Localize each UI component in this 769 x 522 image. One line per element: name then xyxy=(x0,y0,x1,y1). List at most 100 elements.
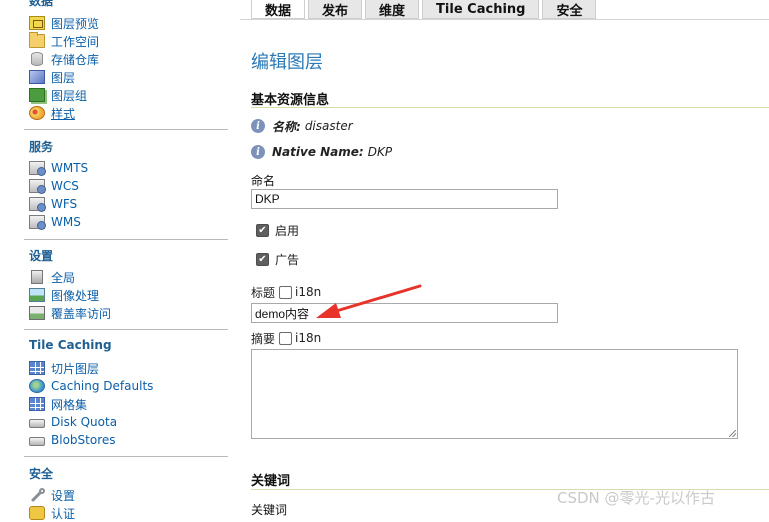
abstract-label-row: 摘要 i18n xyxy=(251,330,321,346)
sidebar-item-layer-groups[interactable]: 图层组 xyxy=(29,86,87,104)
sidebar-item-label: 图层 xyxy=(51,70,76,85)
sidebar-section-title-settings: 设置 xyxy=(29,249,54,263)
sidebar-item-label: 样式 xyxy=(51,106,76,121)
tab-security[interactable]: 安全 xyxy=(542,0,597,19)
globe-icon xyxy=(29,379,45,393)
native-name-info-key: Native Name: xyxy=(272,145,364,159)
tab-publishing[interactable]: 发布 xyxy=(308,0,363,19)
advertised-checkbox-row: ✔ 广告 xyxy=(256,251,299,267)
abstract-textarea[interactable] xyxy=(251,349,738,439)
sidebar-item-blobstores[interactable]: BlobStores xyxy=(29,431,116,449)
sidebar-divider xyxy=(24,129,228,130)
sidebar-item-coverage-access[interactable]: 覆盖率访问 xyxy=(29,304,111,322)
layer-icon xyxy=(29,70,45,84)
name-field[interactable] xyxy=(251,189,558,209)
enabled-label: 启用 xyxy=(275,223,300,238)
sidebar-item-tile-layers[interactable]: 切片图层 xyxy=(29,359,99,377)
sidebar-item-label: WFS xyxy=(51,197,78,211)
sidebar-divider xyxy=(24,329,228,330)
sidebar-item-label: 设置 xyxy=(51,488,76,503)
sidebar-item-label: 切片图层 xyxy=(51,361,100,376)
sidebar-item-wcs[interactable]: WCS xyxy=(29,177,79,195)
sidebar-item-global[interactable]: 全局 xyxy=(29,268,75,286)
tab-data[interactable]: 数据 xyxy=(251,0,306,19)
sidebar-item-wfs[interactable]: WFS xyxy=(29,195,77,213)
sidebar-item-label: 网格集 xyxy=(51,397,88,412)
service-icon xyxy=(29,179,46,194)
title-label-row: 标题 i18n xyxy=(251,284,321,300)
native-name-info-value: DKP xyxy=(367,145,393,159)
sidebar-item-disk-quota[interactable]: Disk Quota xyxy=(29,413,117,431)
sidebar-item-authentication[interactable]: 认证 xyxy=(29,504,75,522)
sidebar-item-label: Caching Defaults xyxy=(51,379,154,393)
sidebar-item-gridsets[interactable]: 网格集 xyxy=(29,395,87,413)
service-icon xyxy=(29,161,46,176)
abstract-i18n-label: i18n xyxy=(295,331,322,345)
image-icon xyxy=(29,288,45,302)
sidebar-section-title-tile-caching: Tile Caching xyxy=(29,338,112,352)
enabled-checkbox-row: ✔ 启用 xyxy=(256,222,299,238)
sidebar-item-security-settings[interactable]: 设置 xyxy=(29,486,75,504)
abstract-i18n-checkbox[interactable] xyxy=(279,331,293,345)
sidebar-item-label: 工作空间 xyxy=(51,34,100,49)
textarea-resize-handle[interactable] xyxy=(729,430,736,437)
service-icon xyxy=(29,197,46,212)
info-icon: i xyxy=(251,145,265,159)
name-field-label: 命名 xyxy=(251,174,276,188)
service-icon xyxy=(29,215,46,230)
name-info-key: 名称: xyxy=(272,119,301,134)
sidebar-section-title-security: 安全 xyxy=(29,467,54,481)
sidebar-item-workspaces[interactable]: 工作空间 xyxy=(29,32,99,50)
disk-icon xyxy=(29,437,45,446)
enabled-checkbox[interactable]: ✔ xyxy=(256,223,269,237)
style-icon xyxy=(29,106,45,120)
sidebar-item-label: 覆盖率访问 xyxy=(51,306,112,321)
sidebar-item-wms[interactable]: WMS xyxy=(29,213,81,231)
sidebar-item-label: WCS xyxy=(51,179,79,193)
sidebar-item-styles[interactable]: 样式 xyxy=(29,104,75,122)
sidebar-item-wmts[interactable]: WMTS xyxy=(29,159,88,177)
layer-group-icon xyxy=(29,88,45,102)
page-title: 编辑图层 xyxy=(251,52,323,73)
title-i18n-label: i18n xyxy=(295,285,322,299)
tab-tile-caching[interactable]: Tile Caching xyxy=(422,0,540,19)
basic-info-heading: 基本资源信息 xyxy=(251,93,330,108)
sidebar-divider xyxy=(24,239,228,240)
advertised-checkbox[interactable]: ✔ xyxy=(256,252,269,266)
key-icon xyxy=(29,506,45,520)
sidebar-item-image-processing[interactable]: 图像处理 xyxy=(29,286,99,304)
sidebar-item-label: WMTS xyxy=(51,161,89,175)
disk-icon xyxy=(29,419,45,428)
sidebar-item-layers[interactable]: 图层 xyxy=(29,68,75,86)
info-icon: i xyxy=(251,119,265,133)
wrench-icon xyxy=(29,488,45,502)
name-info-row: i 名称: disaster xyxy=(251,118,353,134)
sidebar-section-title-services: 服务 xyxy=(29,140,54,154)
sidebar-item-stores[interactable]: 存储仓库 xyxy=(29,50,99,68)
tab-bar-underline xyxy=(240,19,769,20)
title-i18n-checkbox[interactable] xyxy=(279,285,293,299)
layer-preview-icon xyxy=(29,16,45,30)
grid-icon xyxy=(29,361,45,375)
sidebar-item-layer-preview[interactable]: 图层预览 xyxy=(29,14,99,32)
tab-dimensions[interactable]: 维度 xyxy=(365,0,420,19)
watermark: CSDN @零光-光以作古 xyxy=(557,489,715,507)
server-icon xyxy=(31,270,43,284)
sidebar-item-label: 图像处理 xyxy=(51,288,100,303)
sidebar-item-label: WMS xyxy=(51,215,81,229)
keywords-label: 关键词 xyxy=(251,503,288,517)
native-name-info-row: i Native Name: DKP xyxy=(251,144,392,160)
sidebar-item-label: 图层组 xyxy=(51,88,88,103)
sidebar-item-caching-defaults[interactable]: Caching Defaults xyxy=(29,377,153,395)
sidebar-item-label: BlobStores xyxy=(51,433,116,447)
grid-icon xyxy=(29,397,45,411)
advertised-label: 广告 xyxy=(275,252,300,267)
title-field-label: 标题 xyxy=(251,285,276,300)
abstract-field-label: 摘要 xyxy=(251,331,276,346)
sidebar: 数据 图层预览 工作空间 存储仓库 图层 图层组 样式 服务 WMTS WCS … xyxy=(0,0,240,521)
sidebar-section-title-data: 数据 xyxy=(29,0,54,8)
sidebar-item-label: 图层预览 xyxy=(51,16,100,31)
title-field[interactable] xyxy=(251,303,558,323)
tab-bar: 数据 发布 维度 Tile Caching 安全 xyxy=(251,0,599,19)
coverage-icon xyxy=(29,306,45,320)
